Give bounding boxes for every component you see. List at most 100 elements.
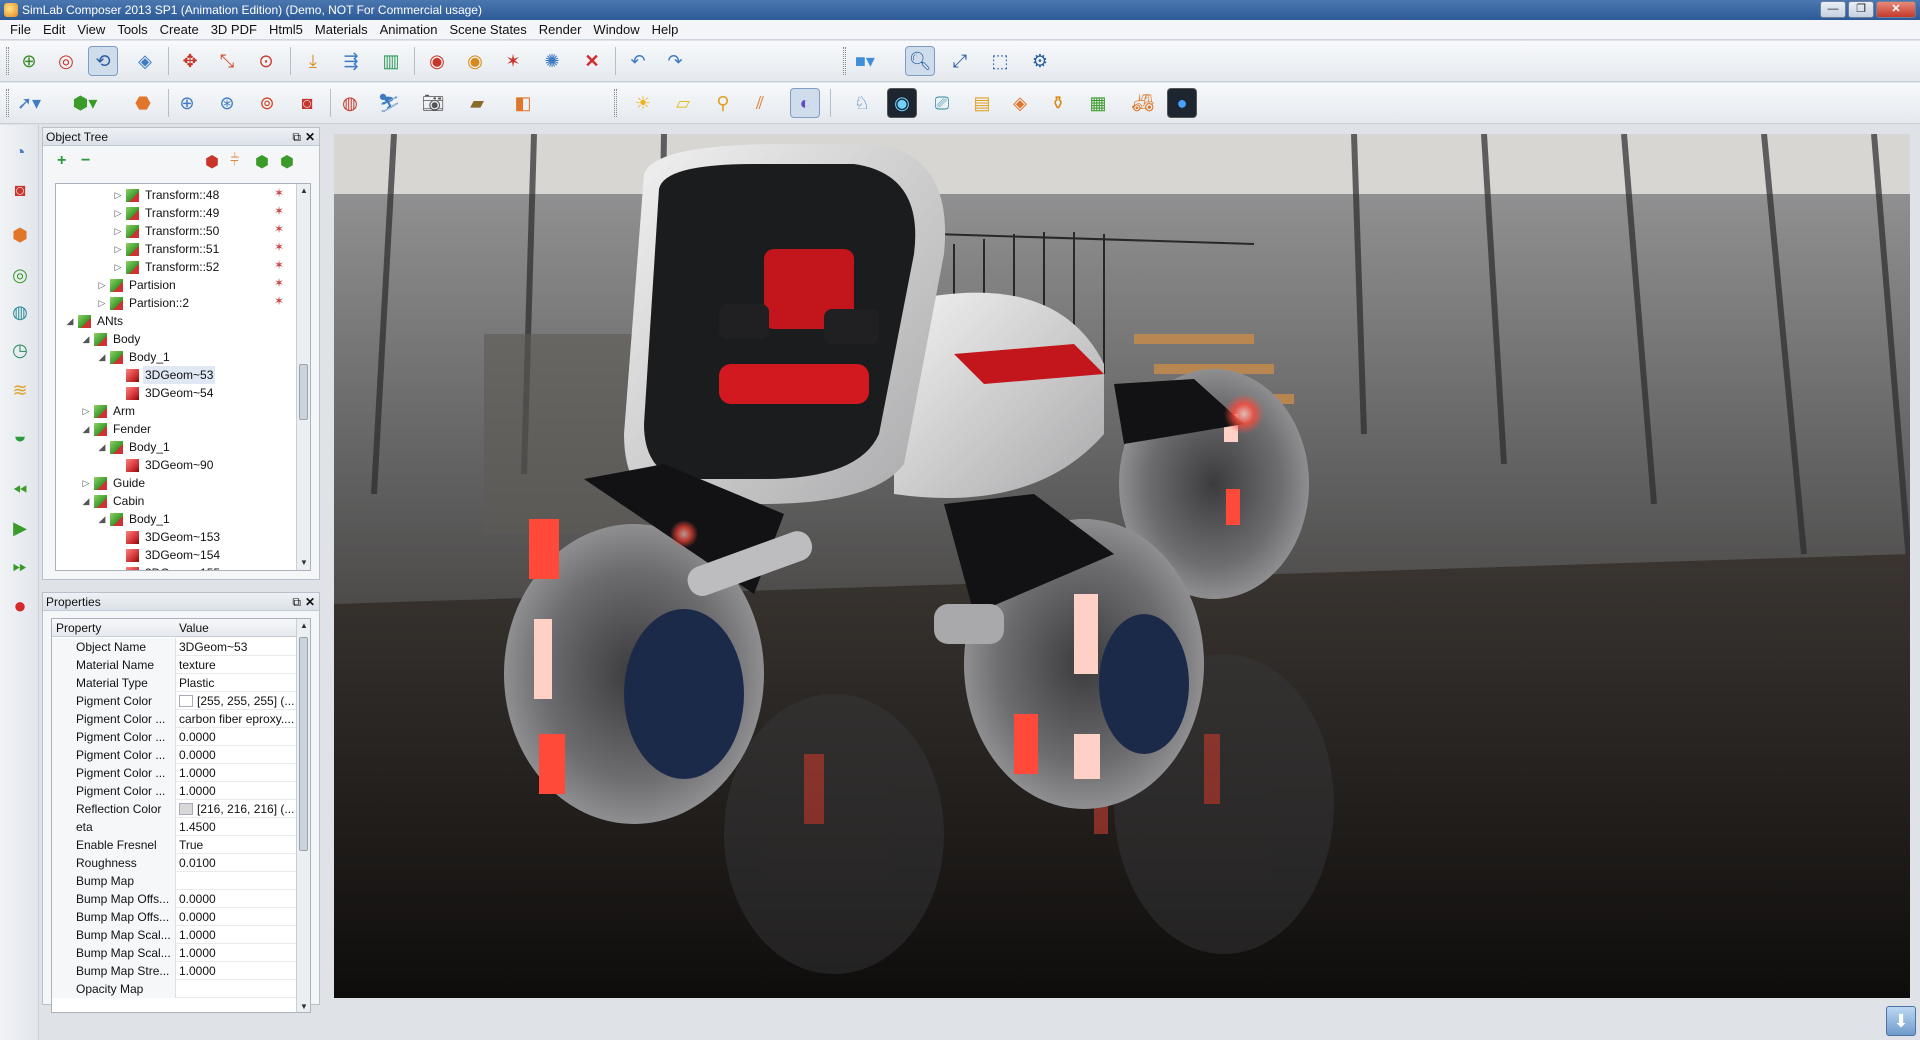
toolbar-grip[interactable] [6, 47, 9, 75]
menu-materials[interactable]: Materials [309, 20, 374, 40]
tree-item[interactable]: ▷ Transform::48 [112, 186, 221, 204]
pin-icon[interactable]: ⧉ [292, 593, 301, 611]
show-icon[interactable]: ◉ [460, 46, 490, 76]
beaker-icon[interactable]: ⚱ [1043, 88, 1073, 118]
property-row[interactable]: Bump Map Stre... 1.0000 [52, 962, 298, 980]
property-value[interactable]: True [179, 836, 297, 854]
pivot-icon[interactable]: ⊙ [251, 46, 281, 76]
property-row[interactable]: Bump Map Scal... 1.0000 [52, 926, 298, 944]
property-value[interactable]: 3DGeom~53 [179, 638, 297, 656]
property-value[interactable]: carbon fiber eproxy.... [179, 710, 297, 728]
side-view-icon[interactable]: ⊚ [252, 88, 282, 118]
menu-edit[interactable]: Edit [37, 20, 71, 40]
collapse-arrow-icon[interactable]: ◢ [96, 348, 108, 366]
tree-item[interactable]: ◢ Body_1 [96, 348, 172, 366]
property-row[interactable]: Object Name 3DGeom~53 [52, 638, 298, 656]
tree-item[interactable]: ◢ ANts [64, 312, 125, 330]
menu-3d-pdf[interactable]: 3D PDF [205, 20, 263, 40]
tree-item[interactable]: 3DGeom~154 [112, 546, 222, 564]
render-quality-icon[interactable]: ♘ [847, 88, 877, 118]
property-row[interactable]: Material Type Plastic [52, 674, 298, 692]
environment-icon[interactable]: ◐ [790, 88, 820, 118]
expand-arrow-icon[interactable]: ▷ [80, 474, 92, 492]
property-value[interactable]: 0.0000 [179, 728, 297, 746]
properties-scrollbar[interactable]: ▲ ▼ [296, 619, 310, 1012]
ungroup-icon[interactable]: ⫩ [230, 152, 239, 170]
property-row[interactable]: Bump Map [52, 872, 298, 890]
property-value[interactable]: Plastic [179, 674, 297, 692]
download-icon[interactable]: ⬇ [1886, 1006, 1916, 1036]
tree-item[interactable]: ▷ Arm [80, 402, 137, 420]
tree-item[interactable]: ◢ Cabin [80, 492, 146, 510]
property-row[interactable]: Pigment Color ... 0.0000 [52, 728, 298, 746]
tree-item[interactable]: ▷ Partision [96, 276, 178, 294]
material-cube-icon[interactable]: ⬢▾ [70, 88, 100, 118]
property-row[interactable]: Material Name texture [52, 656, 298, 674]
property-row[interactable]: Reflection Color [216, 216, 216] (... [52, 800, 298, 818]
tree-item[interactable]: ◢ Body_1 [96, 510, 172, 528]
tree-scrollbar[interactable]: ▲ ▼ [296, 184, 310, 570]
maximize-button[interactable]: ❐ [1848, 1, 1874, 18]
collapse-arrow-icon[interactable]: ◢ [96, 438, 108, 456]
tree-item[interactable]: 3DGeom~153 [112, 528, 222, 546]
scene-states-icon[interactable]: ▦ [1083, 88, 1113, 118]
delete-icon[interactable]: ✕ [577, 46, 607, 76]
menu-tools[interactable]: Tools [111, 20, 153, 40]
property-row[interactable]: Roughness 0.0100 [52, 854, 298, 872]
visibility-toggle-icon[interactable]: ✶ [274, 186, 284, 200]
scale-icon[interactable]: ⤡ [212, 46, 242, 76]
menu-render[interactable]: Render [533, 20, 588, 40]
glass-icon[interactable]: ▤ [967, 88, 997, 118]
zoom-select-icon[interactable]: ⤢ [945, 46, 975, 76]
property-value[interactable]: 0.0000 [179, 908, 297, 926]
properties-grid[interactable]: Property Value Object Name 3DGeom~53 Mater… [51, 618, 311, 1013]
tree-item[interactable]: ▷ Transform::51 [112, 240, 221, 258]
visibility-toggle-icon[interactable]: ✶ [274, 294, 284, 308]
paint-icon[interactable]: ⬣ [128, 88, 158, 118]
property-value[interactable] [179, 872, 297, 890]
visibility-toggle-icon[interactable]: ✶ [274, 204, 284, 218]
select-arrow-icon[interactable]: ➚▾ [14, 88, 44, 118]
texture-map-icon[interactable]: ▰ [462, 88, 492, 118]
menu-animation[interactable]: Animation [374, 20, 444, 40]
area-light-icon[interactable]: ▱ [668, 88, 698, 118]
menu-create[interactable]: Create [154, 20, 205, 40]
tree-item[interactable]: ▷ Transform::52 [112, 258, 221, 276]
menu-view[interactable]: View [71, 20, 111, 40]
property-value[interactable]: 0.0100 [179, 854, 297, 872]
expand-arrow-icon[interactable]: ▷ [112, 258, 124, 276]
property-value[interactable]: 1.0000 [179, 962, 297, 980]
collapse-arrow-icon[interactable]: ◢ [80, 330, 92, 348]
hide-icon[interactable]: ◉ [422, 46, 452, 76]
fast-forward-icon[interactable]: ⏩︎ [5, 551, 35, 581]
visibility-toggle-icon[interactable]: ✶ [274, 222, 284, 236]
pin-icon[interactable]: ⧉ [292, 128, 301, 146]
expand-arrow-icon[interactable]: ▷ [112, 240, 124, 258]
property-value[interactable]: [216, 216, 216] (... [179, 800, 297, 818]
zoom-icon[interactable]: 🔍︎ [905, 46, 935, 76]
scroll-thumb[interactable] [299, 364, 308, 420]
property-row[interactable]: Pigment Color ... 1.0000 [52, 764, 298, 782]
spot-light-icon[interactable]: ⚲ [708, 88, 738, 118]
property-value[interactable]: 1.0000 [179, 782, 297, 800]
tree-item[interactable]: ◢ Body_1 [96, 438, 172, 456]
property-row[interactable]: eta 1.4500 [52, 818, 298, 836]
tree-item[interactable]: ◢ Fender [80, 420, 153, 438]
property-value[interactable]: 0.0000 [179, 746, 297, 764]
render-preview-icon[interactable]: ◉ [887, 88, 917, 118]
menu-scene-states[interactable]: Scene States [443, 20, 532, 40]
material-library-icon[interactable]: ◧ [508, 88, 538, 118]
menu-html5[interactable]: Html5 [263, 20, 309, 40]
expand-arrow-icon[interactable]: ▷ [112, 204, 124, 222]
property-row[interactable]: Pigment Color ... 1.0000 [52, 782, 298, 800]
property-value[interactable]: 0.0000 [179, 890, 297, 908]
car-icon[interactable]: 🚜︎ [1128, 88, 1158, 118]
expand-arrow-icon[interactable]: ▷ [96, 276, 108, 294]
drop-to-floor-icon[interactable]: ⤓ [298, 46, 328, 76]
property-row[interactable]: Bump Map Scal... 1.0000 [52, 944, 298, 962]
tree-item[interactable]: ▷ Partision::2 [96, 294, 191, 312]
top-view-icon[interactable]: ⊕ [172, 88, 202, 118]
visibility-toggle-icon[interactable]: ✶ [274, 258, 284, 272]
align-icon[interactable]: ⇶ [336, 46, 366, 76]
tree-item[interactable]: 3DGeom~54 [112, 384, 215, 402]
